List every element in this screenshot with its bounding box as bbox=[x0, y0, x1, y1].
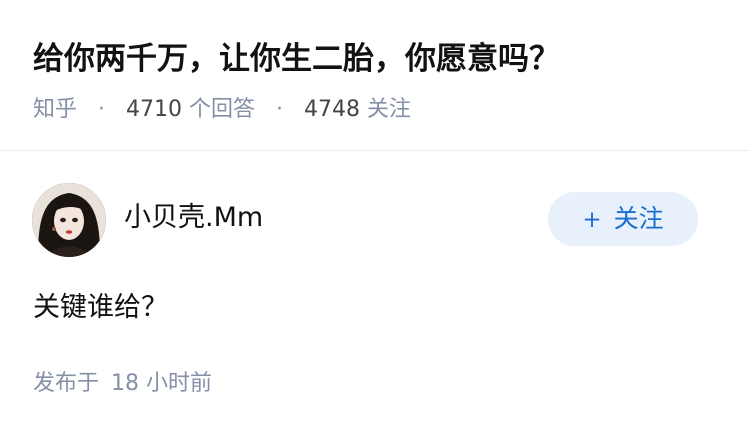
avatar-portrait-icon bbox=[32, 183, 106, 257]
follow-button[interactable]: + 关注 bbox=[548, 192, 698, 246]
answer-time: 发布于 18 小时前 bbox=[33, 368, 212, 400]
follow-button-label: 关注 bbox=[613, 204, 664, 233]
time-prefix: 发布于 bbox=[33, 371, 100, 396]
answers-suffix: 个回答 bbox=[189, 97, 256, 122]
question-meta: 知乎 · 4710 个回答 · 4748 关注 bbox=[33, 94, 411, 126]
answer-content: 关键谁给？ bbox=[33, 292, 168, 323]
plus-icon: + bbox=[582, 207, 602, 233]
answers-count: 4710 bbox=[126, 97, 183, 122]
question-header: 给你两千万，让你生二胎，你愿意吗？ 知乎 · 4710 个回答 · 4748 关… bbox=[0, 0, 750, 151]
avatar[interactable] bbox=[32, 183, 106, 257]
time-value: 18 小时前 bbox=[111, 371, 213, 396]
author-name[interactable]: 小贝壳.Mm bbox=[124, 200, 263, 236]
meta-separator: · bbox=[98, 97, 106, 122]
followers-suffix: 关注 bbox=[367, 97, 412, 122]
followers-count: 4748 bbox=[304, 97, 361, 122]
question-title[interactable]: 给你两千万，让你生二胎，你愿意吗？ bbox=[33, 37, 560, 81]
answer-card: 小贝壳.Mm + 关注 关键谁给？ 发布于 18 小时前 bbox=[0, 152, 750, 434]
source-label[interactable]: 知乎 bbox=[33, 97, 77, 122]
meta-separator: · bbox=[276, 97, 284, 122]
